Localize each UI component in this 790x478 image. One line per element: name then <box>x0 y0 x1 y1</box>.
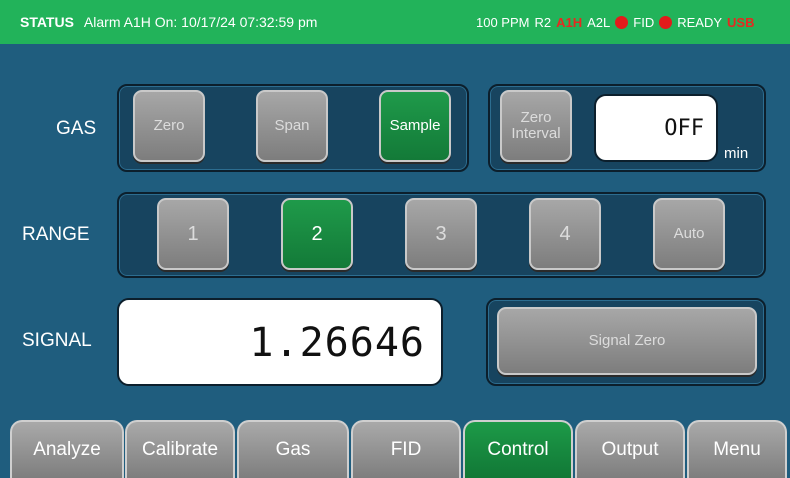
tab-analyze[interactable]: Analyze <box>10 420 124 478</box>
tab-menu[interactable]: Menu <box>687 420 787 478</box>
range-indicator: R2 <box>534 14 552 30</box>
alarm-message: Alarm A1H On: 10/17/24 07:32:59 pm <box>83 14 318 30</box>
status-label: STATUS <box>20 14 74 30</box>
zero-interval-button[interactable]: Zero Interval <box>500 90 572 162</box>
status-bar: STATUS Alarm A1H On: 10/17/24 07:32:59 p… <box>0 0 790 44</box>
gas-span-button[interactable]: Span <box>256 90 328 162</box>
alarm-a2l-indicator: A2L <box>587 14 611 30</box>
gas-sample-button[interactable]: Sample <box>379 90 451 162</box>
tab-output[interactable]: Output <box>575 420 685 478</box>
tab-control[interactable]: Control <box>463 420 573 478</box>
ready-status-dot-icon <box>659 15 673 29</box>
tab-fid[interactable]: FID <box>351 420 461 478</box>
range-4-button[interactable]: 4 <box>529 198 601 270</box>
signal-value-display: 1.26646 <box>117 298 443 386</box>
range-2-button[interactable]: 2 <box>281 198 353 270</box>
gas-zero-button[interactable]: Zero <box>133 90 205 162</box>
range-row-label: RANGE <box>22 224 90 245</box>
gas-row-label: GAS <box>56 118 97 139</box>
fid-status-dot-icon <box>615 15 629 29</box>
range-auto-button[interactable]: Auto <box>653 198 725 270</box>
usb-indicator: USB <box>727 14 755 30</box>
range-1-button[interactable]: 1 <box>157 198 229 270</box>
alarm-a1h-indicator: A1H <box>556 14 583 30</box>
zero-interval-unit: min <box>724 145 749 162</box>
fid-indicator: FID <box>633 14 655 30</box>
ready-indicator: READY <box>677 14 723 30</box>
tab-calibrate[interactable]: Calibrate <box>125 420 235 478</box>
status-indicators: 100 PPM R2 A1H A2L FID READY USB <box>476 0 759 44</box>
ppm-indicator: 100 PPM <box>476 14 530 30</box>
zero-interval-display[interactable]: OFF <box>594 94 718 162</box>
signal-zero-button[interactable]: Signal Zero <box>497 307 757 375</box>
signal-row-label: SIGNAL <box>22 330 92 351</box>
tab-gas[interactable]: Gas <box>237 420 349 478</box>
range-3-button[interactable]: 3 <box>405 198 477 270</box>
